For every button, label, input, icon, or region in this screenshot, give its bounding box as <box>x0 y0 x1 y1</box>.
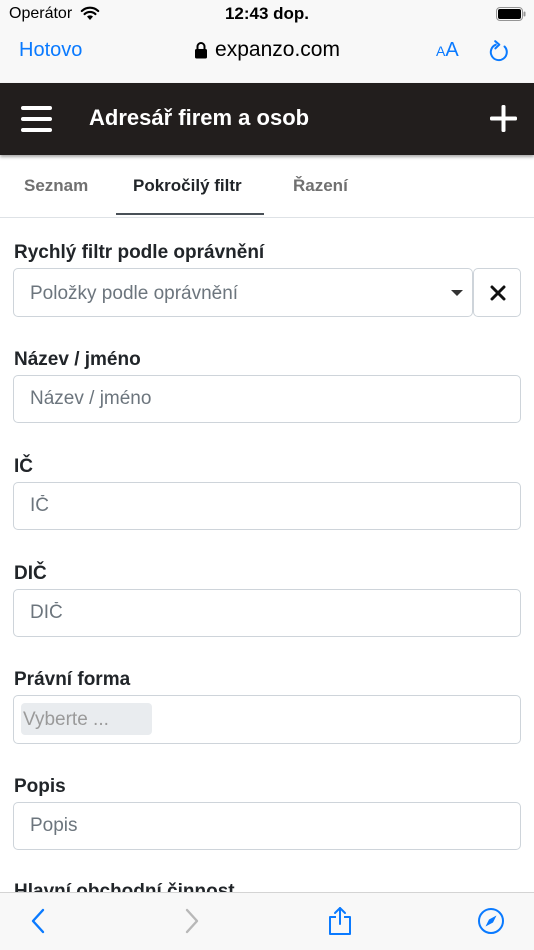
description-label: Popis <box>14 776 66 797</box>
browser-toolbar: Hotovo expanzo.com AA <box>0 30 534 83</box>
quick-filter-select[interactable]: Položky podle oprávnění <box>13 268 473 317</box>
quick-filter-placeholder: Položky podle oprávnění <box>30 283 239 304</box>
close-icon <box>490 285 506 301</box>
text-size-small-label: A <box>436 43 446 59</box>
dic-label: DIČ <box>14 563 47 584</box>
browser-bottom-toolbar <box>0 892 534 950</box>
chevron-right-icon[interactable] <box>177 906 205 936</box>
ic-input[interactable] <box>13 482 521 530</box>
share-icon[interactable] <box>326 906 354 936</box>
chevron-left-icon[interactable] <box>25 906 53 936</box>
plus-icon[interactable] <box>490 105 517 132</box>
hamburger-menu-icon[interactable] <box>21 106 52 132</box>
tab-advanced-filter[interactable]: Pokročilý filtr <box>133 176 242 196</box>
legal-form-label: Právní forma <box>14 669 131 690</box>
text-size-large-label: A <box>445 39 459 61</box>
done-button[interactable]: Hotovo <box>19 39 82 62</box>
page-title: Adresář firem a osob <box>89 105 310 130</box>
name-label: Název / jméno <box>14 349 141 370</box>
address-bar[interactable]: expanzo.com <box>194 38 340 62</box>
legal-form-select[interactable]: Vyberte ... <box>13 695 521 744</box>
legal-form-placeholder: Vyberte ... <box>21 703 152 735</box>
quick-filter-label: Rychlý filtr podle oprávnění <box>14 242 265 263</box>
lock-icon <box>195 42 208 59</box>
tab-sorting[interactable]: Řazení <box>293 176 348 196</box>
compass-icon[interactable] <box>477 906 505 936</box>
tab-list[interactable]: Seznam <box>24 176 88 196</box>
description-input[interactable] <box>13 802 521 850</box>
text-size-button[interactable]: AA <box>436 39 459 62</box>
dic-input[interactable] <box>13 589 521 637</box>
ic-label: IČ <box>14 456 33 477</box>
carrier-name: Operátor <box>9 5 73 22</box>
chevron-down-icon <box>451 290 463 296</box>
app-header: Adresář firem a osob <box>0 83 534 155</box>
tab-bar: Seznam Pokročilý filtr Řazení <box>0 155 534 218</box>
url-text: expanzo.com <box>215 38 340 61</box>
status-bar: Operátor 12:43 dop. <box>0 0 534 30</box>
clear-filter-button[interactable] <box>473 268 521 317</box>
battery-icon <box>496 7 526 21</box>
active-tab-indicator <box>116 213 264 215</box>
name-input[interactable] <box>13 375 521 423</box>
wifi-icon <box>80 6 100 20</box>
reload-icon[interactable] <box>487 40 511 64</box>
